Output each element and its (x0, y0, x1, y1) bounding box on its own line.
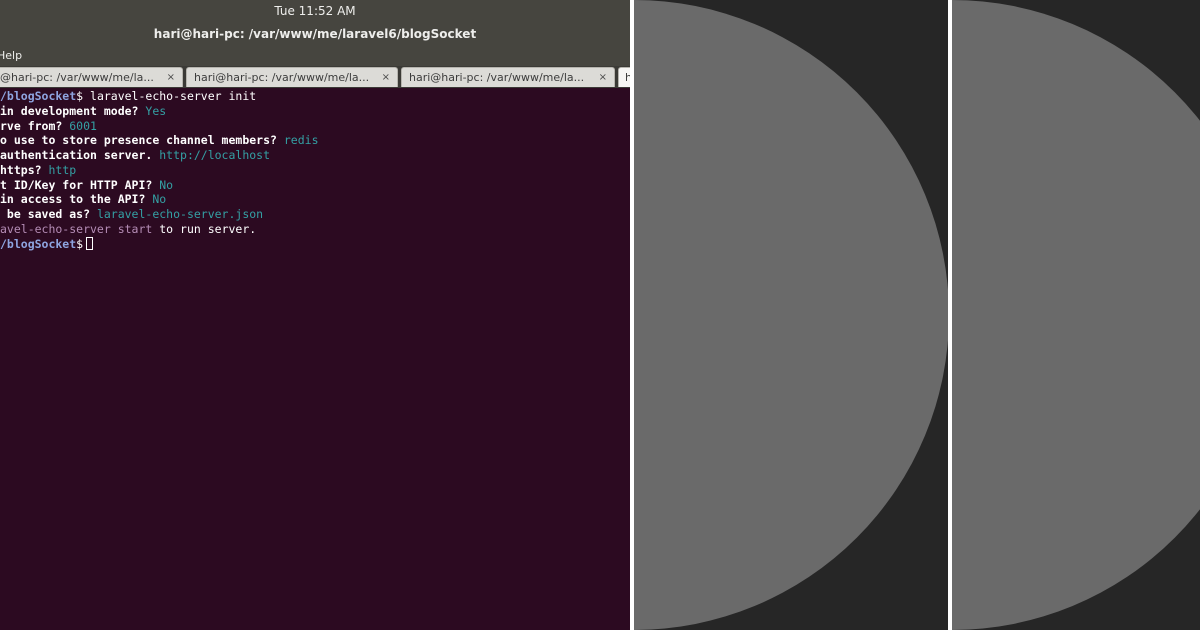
tab-strip: @hari-pc: /var/www/me/la... × hari@hari-… (0, 66, 630, 88)
terminal-output[interactable]: /blogSocket$ laravel-echo-server init in… (0, 88, 630, 630)
prompt-answer: laravel-echo-server.json (96, 207, 264, 221)
terminal-line: avel-echo-server start to run server. (0, 222, 256, 237)
decorative-panel-left (634, 0, 948, 630)
system-top-bar: Tue 11:52 AM (0, 0, 630, 22)
prompt-question: o use to store presence channel members? (0, 133, 284, 147)
terminal-line: authentication server. http://localhost (0, 148, 270, 163)
menu-bar: Help (0, 46, 630, 66)
close-icon[interactable]: × (599, 68, 607, 87)
prompt-answer: No (152, 192, 167, 206)
half-circle-shape (634, 0, 948, 630)
terminal-line: o use to store presence channel members?… (0, 133, 319, 148)
terminal-window: Tue 11:52 AM hari@hari-pc: /var/www/me/l… (0, 0, 630, 630)
decorative-panel-right (952, 0, 1200, 630)
half-circle-shape (952, 0, 1200, 630)
terminal-line: rve from? 6001 (0, 119, 97, 134)
terminal-line: be saved as? laravel-echo-server.json (0, 207, 263, 222)
prompt-question: in access to the API? (0, 192, 153, 206)
window-title-bar[interactable]: hari@hari-pc: /var/www/me/laravel6/blogS… (0, 22, 630, 46)
page-root: Tue 11:52 AM hari@hari-pc: /var/www/me/l… (0, 0, 1200, 630)
menu-help[interactable]: Help (0, 46, 22, 66)
prompt-question: be saved as? (0, 207, 97, 221)
prompt-question: authentication server. (0, 148, 160, 162)
terminal-tab-3[interactable]: hari@hari-pc: /var/www/me/la... × (401, 67, 615, 87)
prompt-symbol: $ (76, 237, 84, 251)
tab-label: hari@hari-pc: /var/www/me/la... (409, 71, 585, 84)
command-text: $ laravel-echo-server init (76, 89, 257, 103)
terminal-tab-4-active[interactable]: h (618, 67, 630, 87)
terminal-line: https? http (0, 163, 76, 178)
prompt-answer: No (159, 178, 174, 192)
terminal-tab-2[interactable]: hari@hari-pc: /var/www/me/la... × (186, 67, 398, 87)
prompt-answer: Yes (145, 104, 167, 118)
prompt-answer: redis (283, 133, 319, 147)
command-highlight: avel-echo-server start (0, 222, 153, 236)
prompt-path: /blogSocket (0, 89, 77, 103)
terminal-line: t ID/Key for HTTP API? No (0, 178, 173, 193)
close-icon[interactable]: × (382, 68, 390, 87)
prompt-answer: http://localhost (159, 148, 271, 162)
prompt-answer: http (48, 163, 77, 177)
close-icon[interactable]: × (167, 68, 175, 87)
terminal-tab-1[interactable]: @hari-pc: /var/www/me/la... × (0, 67, 183, 87)
text-cursor (86, 237, 94, 250)
terminal-line: /blogSocket$ (0, 237, 94, 252)
tab-label: hari@hari-pc: /var/www/me/la... (194, 71, 370, 84)
tab-label: @hari-pc: /var/www/me/la... (0, 71, 154, 84)
window-title: hari@hari-pc: /var/www/me/laravel6/blogS… (153, 27, 477, 41)
system-clock[interactable]: Tue 11:52 AM (274, 4, 355, 18)
prompt-question: t ID/Key for HTTP API? (0, 178, 160, 192)
prompt-question: in development mode? (0, 104, 146, 118)
terminal-line: in development mode? Yes (0, 104, 166, 119)
terminal-line: in access to the API? No (0, 192, 166, 207)
prompt-answer: 6001 (69, 119, 97, 133)
prompt-question: https? (0, 163, 49, 177)
prompt-path: /blogSocket (0, 237, 77, 251)
prompt-question: rve from? (0, 119, 70, 133)
terminal-line: /blogSocket$ laravel-echo-server init (0, 89, 256, 104)
command-hint: to run server. (152, 222, 257, 236)
